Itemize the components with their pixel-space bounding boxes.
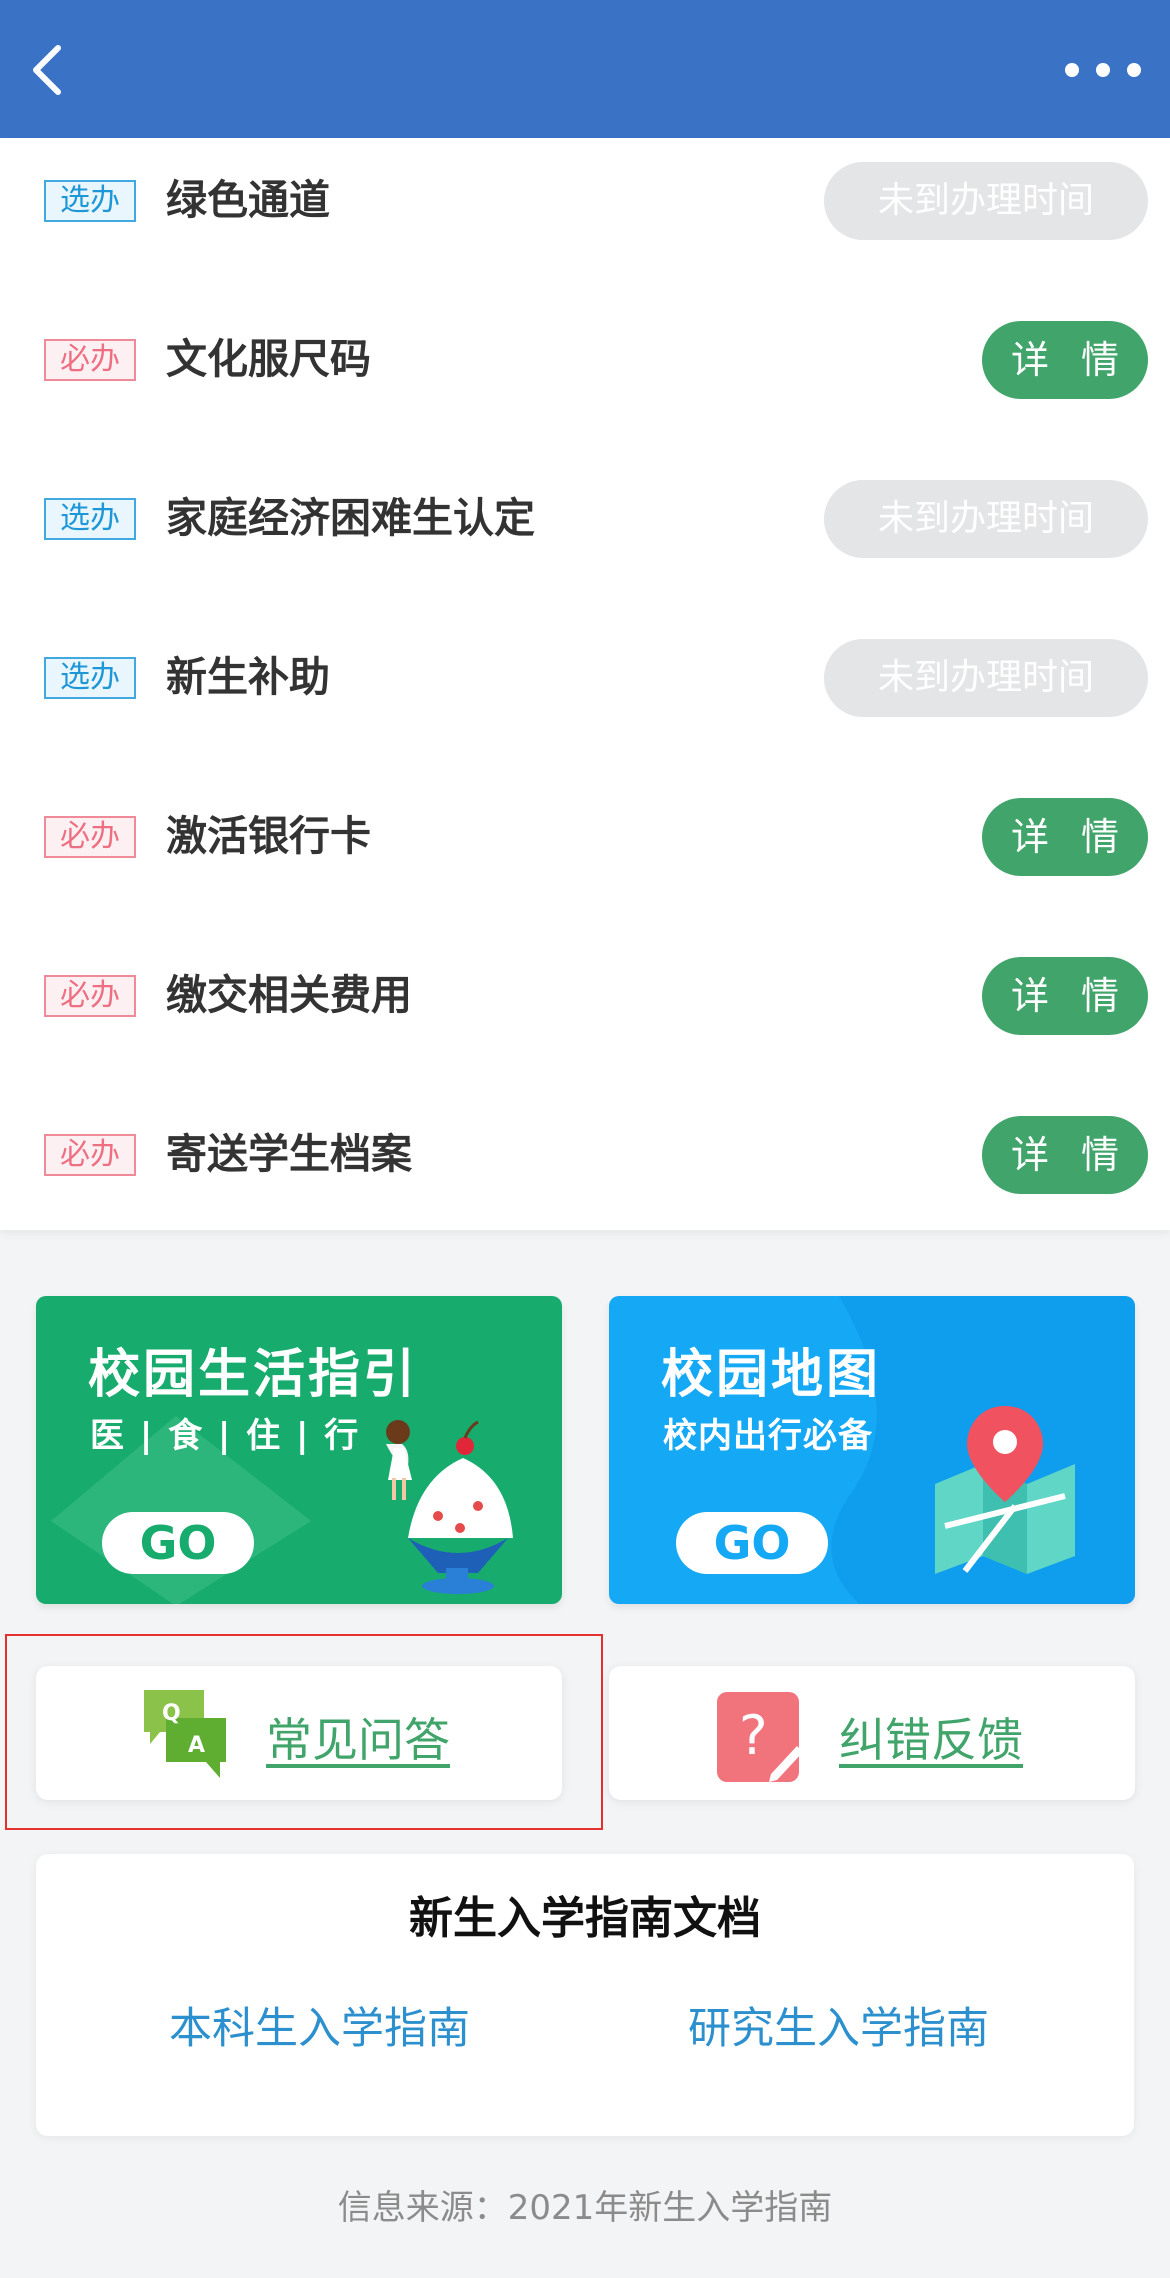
svg-text:Q: Q [162, 1701, 181, 1726]
task-title: 新生补助 [166, 653, 330, 701]
details-button[interactable]: 详 情 [982, 798, 1148, 876]
chevron-left-icon [33, 45, 61, 95]
top-bar [0, 0, 1170, 138]
optional-tag: 选办 [44, 180, 136, 222]
task-title: 缴交相关费用 [166, 971, 412, 1019]
guide-documents-card: 新生入学指南文档 本科生入学指南 研究生入学指南 [36, 1854, 1134, 2136]
details-button[interactable]: 详 情 [982, 1116, 1148, 1194]
feedback-link[interactable]: 纠错反馈 [839, 1704, 1023, 1770]
task-row: 选办 家庭经济困难生认定 未到办理时间 [0, 456, 1170, 615]
more-button[interactable] [1058, 44, 1148, 94]
source-footer: 信息来源：2021年新生入学指南 [337, 2188, 833, 2228]
details-button[interactable]: 详 情 [982, 321, 1148, 399]
optional-tag: 选办 [44, 657, 136, 699]
svg-text:A: A [188, 1733, 205, 1758]
required-tag: 必办 [44, 339, 136, 381]
grad-guide-link[interactable]: 研究生入学指南 [688, 1994, 989, 2056]
not-yet-available-button[interactable]: 未到办理时间 [824, 480, 1148, 558]
question-edit-icon: ? [717, 1692, 803, 1782]
task-title: 寄送学生档案 [166, 1130, 412, 1178]
required-tag: 必办 [44, 975, 136, 1017]
not-yet-available-button[interactable]: 未到办理时间 [824, 639, 1148, 717]
go-button[interactable]: GO [102, 1512, 254, 1574]
task-row: 必办 缴交相关费用 详 情 [0, 933, 1170, 1092]
go-button[interactable]: GO [676, 1512, 828, 1574]
required-tag: 必办 [44, 1134, 136, 1176]
undergrad-guide-link[interactable]: 本科生入学指南 [169, 1994, 470, 2056]
not-yet-available-button[interactable]: 未到办理时间 [824, 162, 1148, 240]
task-title: 激活银行卡 [166, 812, 371, 860]
banner-title: 校园生活指引 [88, 1345, 419, 1405]
qa-chat-icon: Q A [144, 1690, 226, 1778]
faq-card[interactable]: Q A 常见问答 [36, 1666, 562, 1800]
task-title: 绿色通道 [166, 176, 330, 224]
feedback-card[interactable]: ? 纠错反馈 [609, 1666, 1135, 1800]
task-row: 必办 激活银行卡 详 情 [0, 774, 1170, 933]
banner-title: 校园地图 [661, 1345, 882, 1405]
svg-text:?: ? [739, 1704, 768, 1767]
banner-subtitle: 医 | 食 | 住 | 行 [90, 1416, 361, 1456]
optional-tag: 选办 [44, 498, 136, 540]
task-row: 必办 寄送学生档案 详 情 [0, 1092, 1170, 1251]
task-title: 家庭经济困难生认定 [166, 494, 535, 542]
task-row: 选办 新生补助 未到办理时间 [0, 615, 1170, 774]
banner-subtitle: 校内出行必备 [663, 1416, 873, 1456]
details-button[interactable]: 详 情 [982, 957, 1148, 1035]
docs-title: 新生入学指南文档 [409, 1893, 761, 1944]
task-row: 必办 文化服尺码 详 情 [0, 297, 1170, 456]
back-button[interactable] [22, 38, 82, 102]
task-list: 选办 绿色通道 未到办理时间 必办 文化服尺码 详 情 选办 家庭经济困难生认定… [0, 138, 1170, 1230]
task-row: 选办 绿色通道 未到办理时间 [0, 138, 1170, 297]
task-title: 文化服尺码 [166, 335, 371, 383]
faq-link[interactable]: 常见问答 [266, 1704, 450, 1770]
more-dots-icon [1065, 63, 1141, 77]
campus-map-banner[interactable]: 校园地图 校内出行必备 GO [609, 1296, 1135, 1604]
map-pin-icon [935, 1406, 1075, 1574]
ice-cream-girl-icon [386, 1420, 513, 1594]
campus-life-banner[interactable]: 校园生活指引 医 | 食 | 住 | 行 GO [36, 1296, 562, 1604]
required-tag: 必办 [44, 816, 136, 858]
